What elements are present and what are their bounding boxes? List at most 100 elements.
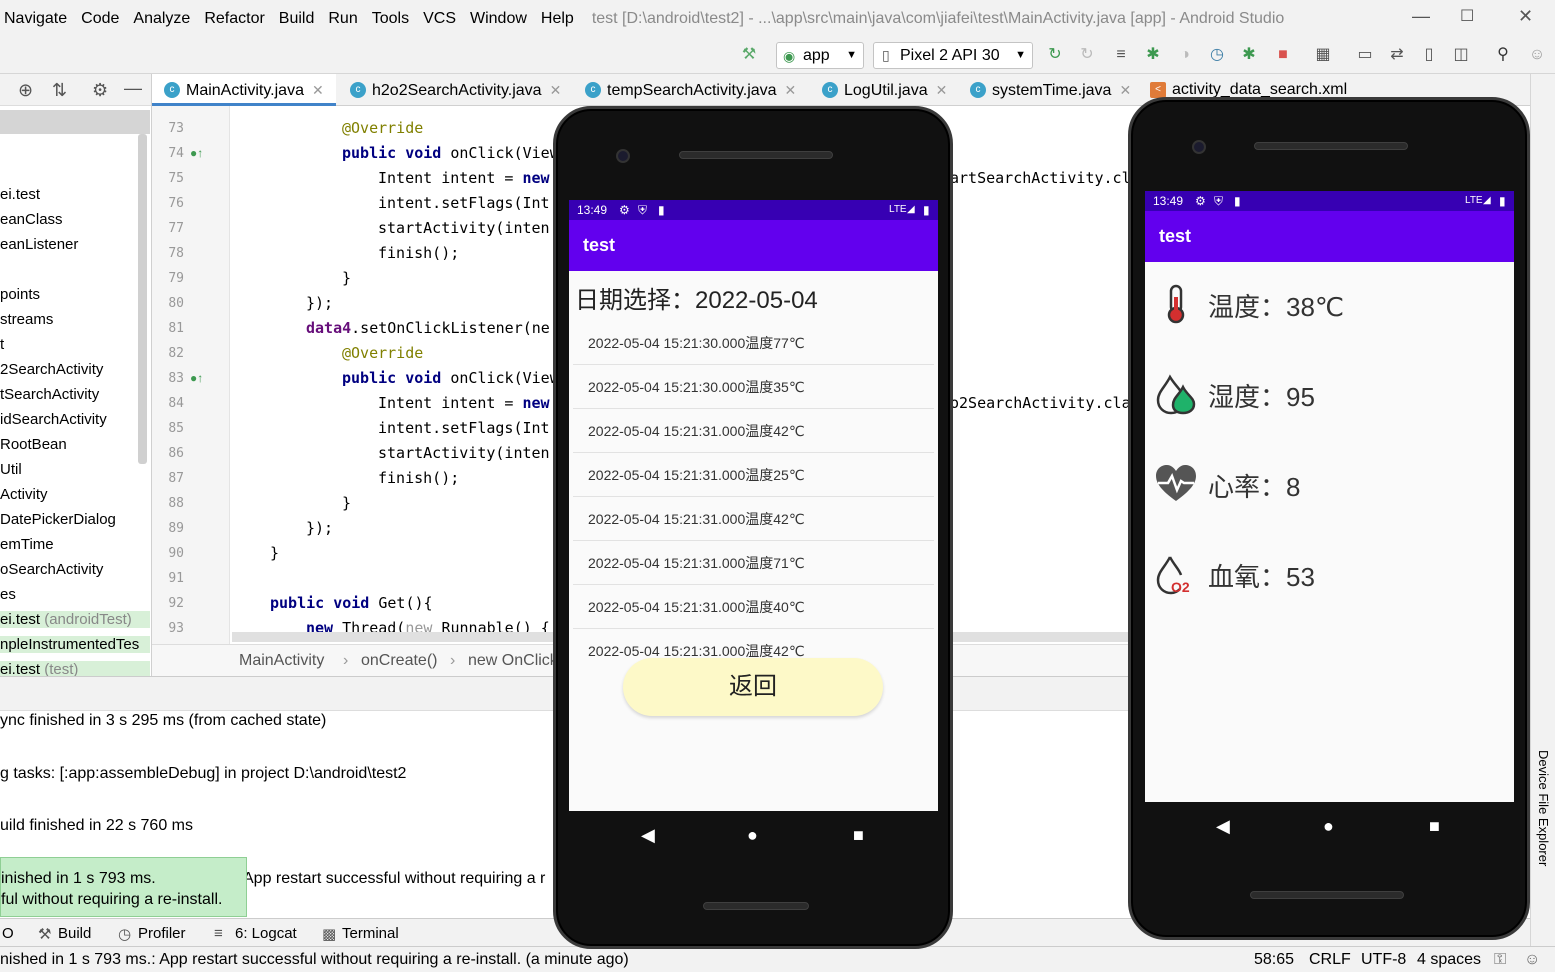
nav-recents-icon[interactable]: ■	[853, 825, 864, 846]
close-icon[interactable]: ✕	[785, 82, 797, 98]
breadcrumb-item[interactable]: MainActivity	[239, 645, 324, 677]
indent-setting[interactable]: 4 spaces	[1417, 947, 1481, 972]
nav-back-icon[interactable]: ◀	[641, 825, 655, 846]
tree-item[interactable]: tSearchActivity	[0, 386, 99, 403]
collapse-all-icon[interactable]: ⇅	[52, 80, 67, 101]
list-item[interactable]: 2022-05-04 15:21:31.000温度42℃	[573, 497, 934, 541]
tool-tab-todo[interactable]: O	[2, 925, 14, 942]
tree-item[interactable]: idSearchActivity	[0, 411, 107, 428]
tree-item[interactable]: ei.test (androidTest)	[0, 611, 150, 628]
lock-icon[interactable]: ⚿	[1494, 947, 1506, 972]
nav-home-icon[interactable]: ●	[747, 825, 758, 846]
phone-2-screen[interactable]: 13:49 ⚙ ⛨ ▮ LTE ◢ ▮ test 温度：38℃ 湿度：95 心率…	[1145, 191, 1514, 802]
list-item[interactable]: 2022-05-04 15:21:30.000温度35℃	[573, 365, 934, 409]
back-button[interactable]: 返回	[623, 658, 883, 716]
hide-panel-icon[interactable]: —	[124, 78, 142, 99]
minimize-icon[interactable]: —	[1412, 6, 1430, 27]
menu-vcs[interactable]: VCS	[423, 10, 456, 28]
tool-tab-terminal[interactable]: Terminal	[342, 925, 399, 942]
nav-home-icon[interactable]: ●	[1323, 816, 1334, 837]
cursor-position[interactable]: 58:65	[1254, 947, 1294, 972]
date-picker-label[interactable]: 日期选择：2022-05-04	[575, 280, 818, 315]
nav-back-icon[interactable]: ◀	[1216, 816, 1230, 837]
locate-icon[interactable]: ⊕	[18, 80, 33, 101]
tree-item[interactable]: 2SearchActivity	[0, 361, 103, 378]
menu-code[interactable]: Code	[81, 10, 119, 28]
tree-item[interactable]: eanListener	[0, 236, 78, 253]
sdk-manager-icon[interactable]: ◫	[1452, 46, 1470, 64]
gear-icon[interactable]: ⚙	[92, 80, 108, 101]
list-item[interactable]: 2022-05-04 15:21:31.000温度40℃	[573, 585, 934, 629]
inspector-icon[interactable]: ☺	[1524, 947, 1540, 972]
tab-mainactivity[interactable]: c MainActivity.java ✕	[152, 74, 336, 106]
status-message[interactable]: nished in 1 s 793 ms.: App restart succe…	[0, 947, 629, 972]
close-icon[interactable]: ✕	[1119, 82, 1131, 98]
tree-item[interactable]: ei.test (test)	[0, 661, 150, 676]
tab-logutil[interactable]: c LogUtil.java ✕	[810, 74, 947, 106]
list-item[interactable]: 2022-05-04 15:21:30.000温度77℃	[573, 321, 934, 365]
scrollbar[interactable]	[138, 134, 147, 464]
override-gutter-icon[interactable]: ●↑	[190, 146, 203, 160]
tree-item[interactable]: t	[0, 336, 4, 353]
file-encoding[interactable]: UTF-8	[1361, 947, 1406, 972]
menu-window[interactable]: Window	[470, 10, 527, 28]
notification-toast[interactable]: inished in 1 s 793 ms. ful without requi…	[0, 857, 247, 917]
debug-icon[interactable]: ✱	[1144, 46, 1162, 64]
build-hammer-icon[interactable]: ⚒	[740, 46, 758, 64]
tool-tab-profiler[interactable]: Profiler	[138, 925, 186, 942]
menu-analyze[interactable]: Analyze	[133, 10, 190, 28]
breadcrumb-item[interactable]: onCreate()	[361, 645, 437, 677]
tree-item[interactable]: DatePickerDialog	[0, 511, 116, 528]
apply-code-changes-icon[interactable]: ↻	[1078, 46, 1096, 64]
tab-systemtime[interactable]: c systemTime.java ✕	[958, 74, 1131, 106]
tab-tempsearch[interactable]: c tempSearchActivity.java ✕	[573, 74, 796, 106]
menu-build[interactable]: Build	[279, 10, 315, 28]
stop-icon[interactable]: ■	[1274, 46, 1292, 64]
list-item[interactable]: 2022-05-04 15:21:31.000温度42℃	[573, 409, 934, 453]
phone-1-screen[interactable]: 13:49 ⚙ ⛨ ▮ LTE ◢ ▮ test 日期选择：2022-05-04…	[569, 200, 938, 811]
tree-item[interactable]: emTime	[0, 536, 54, 553]
tool-tab-logcat[interactable]: 6: Logcat	[235, 925, 297, 942]
override-gutter-icon[interactable]: ●↑	[190, 371, 203, 385]
menu-navigate[interactable]: Navigate	[4, 10, 67, 28]
search-icon[interactable]: ⚲	[1494, 46, 1512, 64]
menu-tools[interactable]: Tools	[372, 10, 409, 28]
profile-icon[interactable]: ◷	[1208, 46, 1226, 64]
breadcrumb-item[interactable]: new OnClick	[468, 645, 558, 677]
nav-recents-icon[interactable]: ■	[1429, 816, 1440, 837]
close-icon[interactable]: ✕	[1518, 6, 1533, 27]
tree-item[interactable]: Activity	[0, 486, 48, 503]
close-icon[interactable]: ✕	[550, 82, 562, 98]
line-separator[interactable]: CRLF	[1309, 947, 1351, 972]
tab-h2o2search[interactable]: c h2o2SearchActivity.java ✕	[338, 74, 561, 106]
attach-debugger-icon[interactable]: ✱	[1240, 46, 1258, 64]
project-structure-icon[interactable]: ▦	[1314, 46, 1332, 64]
tree-item[interactable]: ei.test	[0, 186, 40, 203]
menu-refactor[interactable]: Refactor	[204, 10, 264, 28]
tree-item[interactable]: streams	[0, 311, 53, 328]
sync-gradle-icon[interactable]: ⇄	[1388, 46, 1406, 64]
menu-help[interactable]: Help	[541, 10, 574, 28]
device-manager-icon[interactable]: ▯	[1420, 46, 1438, 64]
device-file-explorer-tab[interactable]: Device File Explorer	[1536, 750, 1551, 866]
menu-run[interactable]: Run	[328, 10, 357, 28]
tree-item[interactable]: RootBean	[0, 436, 67, 453]
tree-item[interactable]: oSearchActivity	[0, 561, 103, 578]
tree-item[interactable]: Util	[0, 461, 22, 478]
tree-item[interactable]: points	[0, 286, 40, 303]
run-tests-icon[interactable]: ≡	[1112, 46, 1130, 64]
tree-item[interactable]: es	[0, 586, 16, 603]
avd-manager-icon[interactable]: ▭	[1356, 46, 1374, 64]
tool-tab-build[interactable]: Build	[58, 925, 91, 942]
list-item[interactable]: 2022-05-04 15:21:31.000温度71℃	[573, 541, 934, 585]
list-item[interactable]: 2022-05-04 15:21:31.000温度25℃	[573, 453, 934, 497]
run-config-select[interactable]: ◉ app ▼	[776, 42, 864, 69]
apply-changes-restart-icon[interactable]: ↻	[1046, 46, 1064, 64]
maximize-icon[interactable]: ☐	[1460, 6, 1474, 26]
tree-item[interactable]: npleInstrumentedTes	[0, 636, 150, 653]
close-icon[interactable]: ✕	[936, 82, 948, 98]
device-select[interactable]: ▯ Pixel 2 API 30 ▼	[873, 42, 1033, 69]
close-icon[interactable]: ✕	[312, 82, 324, 98]
coverage-icon[interactable]: ◑	[1176, 46, 1194, 64]
account-icon[interactable]: ☺	[1528, 46, 1546, 64]
